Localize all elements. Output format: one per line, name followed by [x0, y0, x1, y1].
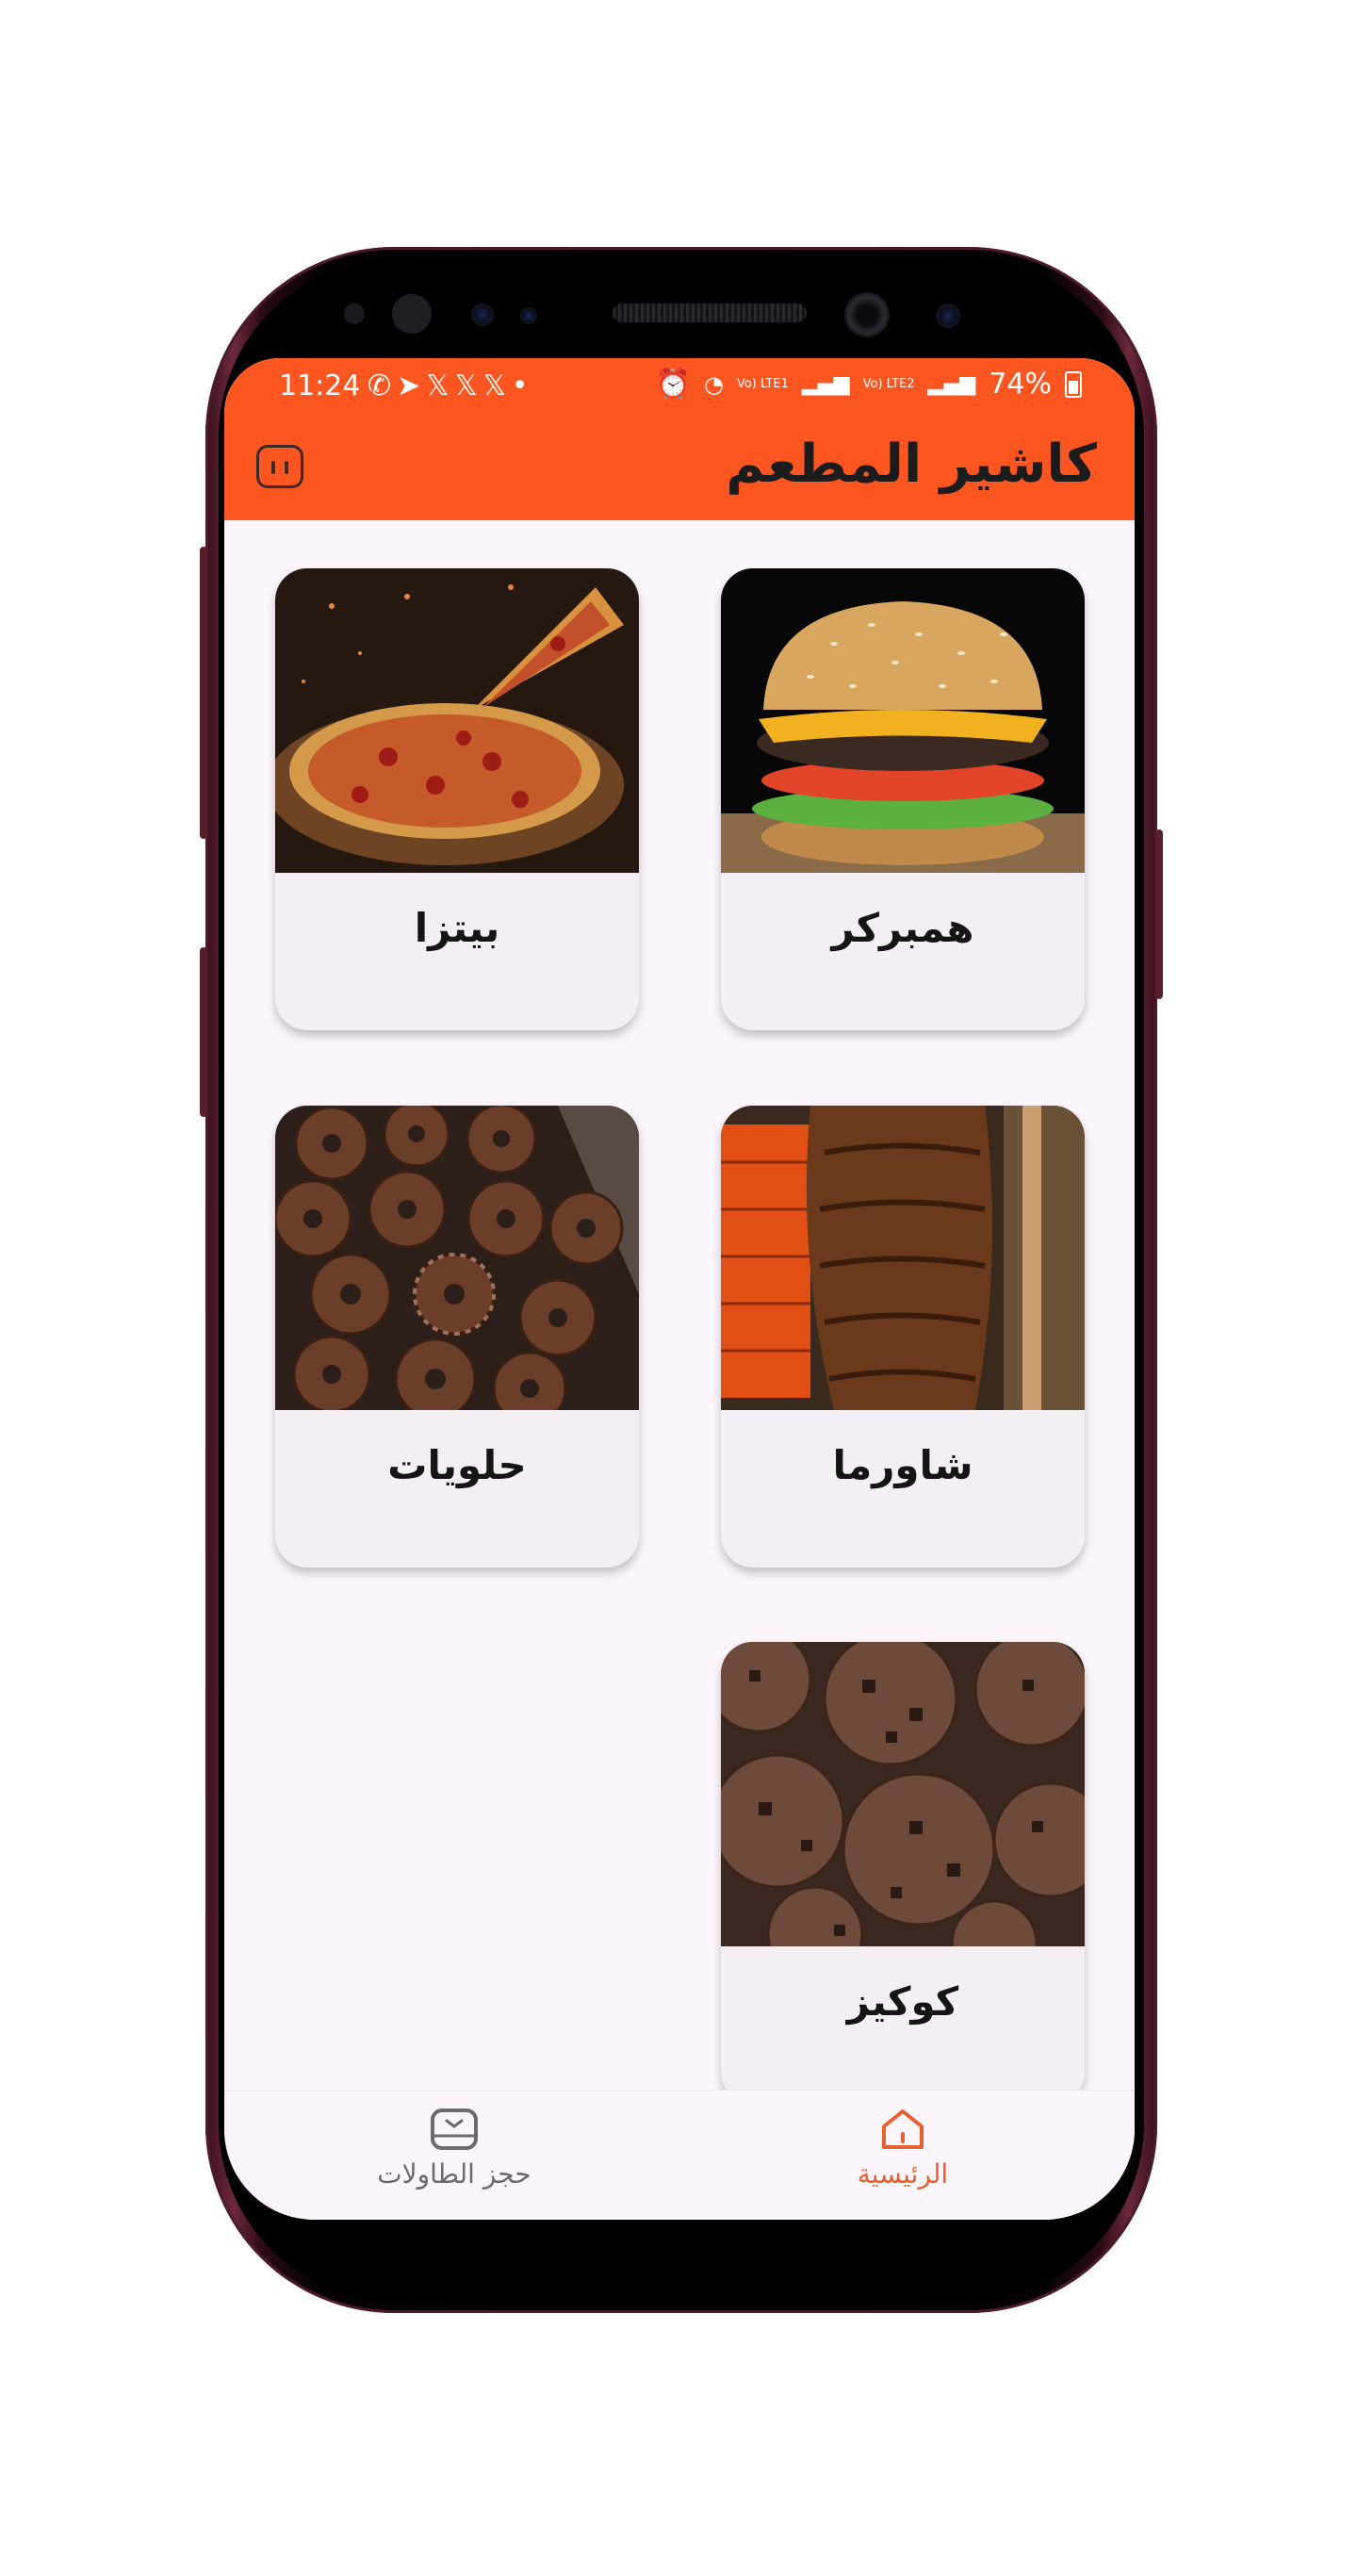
category-label: شاورما	[832, 1441, 973, 1488]
signal-1-label: Vo) LTE1	[736, 376, 789, 391]
nav-home[interactable]: الرئيسية	[780, 2108, 1025, 2211]
app-bar: كاشير المطعم	[224, 417, 1135, 520]
status-time: 11:24	[279, 369, 361, 402]
category-card-shawarma[interactable]: شاورما	[721, 1106, 1085, 1567]
shawarma-image	[721, 1106, 1085, 1410]
front-camera	[844, 292, 890, 337]
phone-side-button	[200, 947, 207, 1117]
light-sensor	[520, 307, 537, 324]
phone-side-button	[200, 547, 207, 839]
secondary-camera	[936, 304, 960, 328]
status-right: ⏰ ◔ Vo) LTE1 ▂▄▆ Vo) LTE2 ▂▄▆ 74%	[656, 368, 1082, 401]
iris-scanner	[392, 294, 432, 334]
status-bar: 11:24 ✆➤𝕏𝕏𝕏• ⏰ ◔ Vo) LTE1 ▂▄▆ Vo) LTE2 ▂…	[224, 358, 1135, 417]
alarm-icon: ⏰	[655, 368, 691, 401]
front-sensor	[344, 304, 365, 324]
battery-percent: 74%	[989, 368, 1052, 401]
battery-icon	[1065, 370, 1082, 398]
app-screen: 11:24 ✆➤𝕏𝕏𝕏• ⏰ ◔ Vo) LTE1 ▂▄▆ Vo) LTE2 ▂…	[224, 358, 1135, 2220]
proximity-sensor	[471, 304, 494, 326]
category-card-burger[interactable]: همبركر	[721, 568, 1085, 1030]
category-card-desserts[interactable]: حلويات	[275, 1106, 639, 1567]
earpiece-speaker	[613, 304, 807, 322]
signal-2-label: Vo) LTE2	[862, 376, 915, 391]
category-label: همبركر	[831, 904, 974, 951]
category-label: بيتزا	[414, 904, 500, 951]
home-icon	[882, 2109, 924, 2149]
category-grid: همبركر بيتزا شاورما حلويات كوكيز	[224, 520, 1135, 2090]
app-title: كاشير المطعم	[726, 434, 1097, 495]
signal-1-icon: ▂▄▆	[801, 372, 850, 396]
wifi-icon: ◔	[703, 370, 724, 398]
signal-2-icon: ▂▄▆	[927, 372, 976, 396]
nav-table-booking[interactable]: حجز الطاولات	[332, 2108, 577, 2211]
category-label: حلويات	[387, 1441, 527, 1488]
nav-home-label: الرئيسية	[857, 2158, 949, 2190]
table-booking-icon	[431, 2108, 478, 2150]
donuts-image	[275, 1106, 639, 1410]
cookies-image	[721, 1642, 1085, 1946]
notification-icons: ✆➤𝕏𝕏𝕏•	[368, 369, 534, 402]
nav-table-booking-label: حجز الطاولات	[377, 2158, 531, 2190]
bottom-navigation: الرئيسية حجز الطاولات	[224, 2090, 1135, 2220]
category-card-cookies[interactable]: كوكيز	[721, 1642, 1085, 2090]
feedback-icon[interactable]	[256, 445, 303, 488]
burger-image	[721, 568, 1085, 873]
category-card-pizza[interactable]: بيتزا	[275, 568, 639, 1030]
pizza-image	[275, 568, 639, 873]
category-label: كوكيز	[846, 1977, 959, 2025]
phone-power-button	[1155, 829, 1163, 999]
